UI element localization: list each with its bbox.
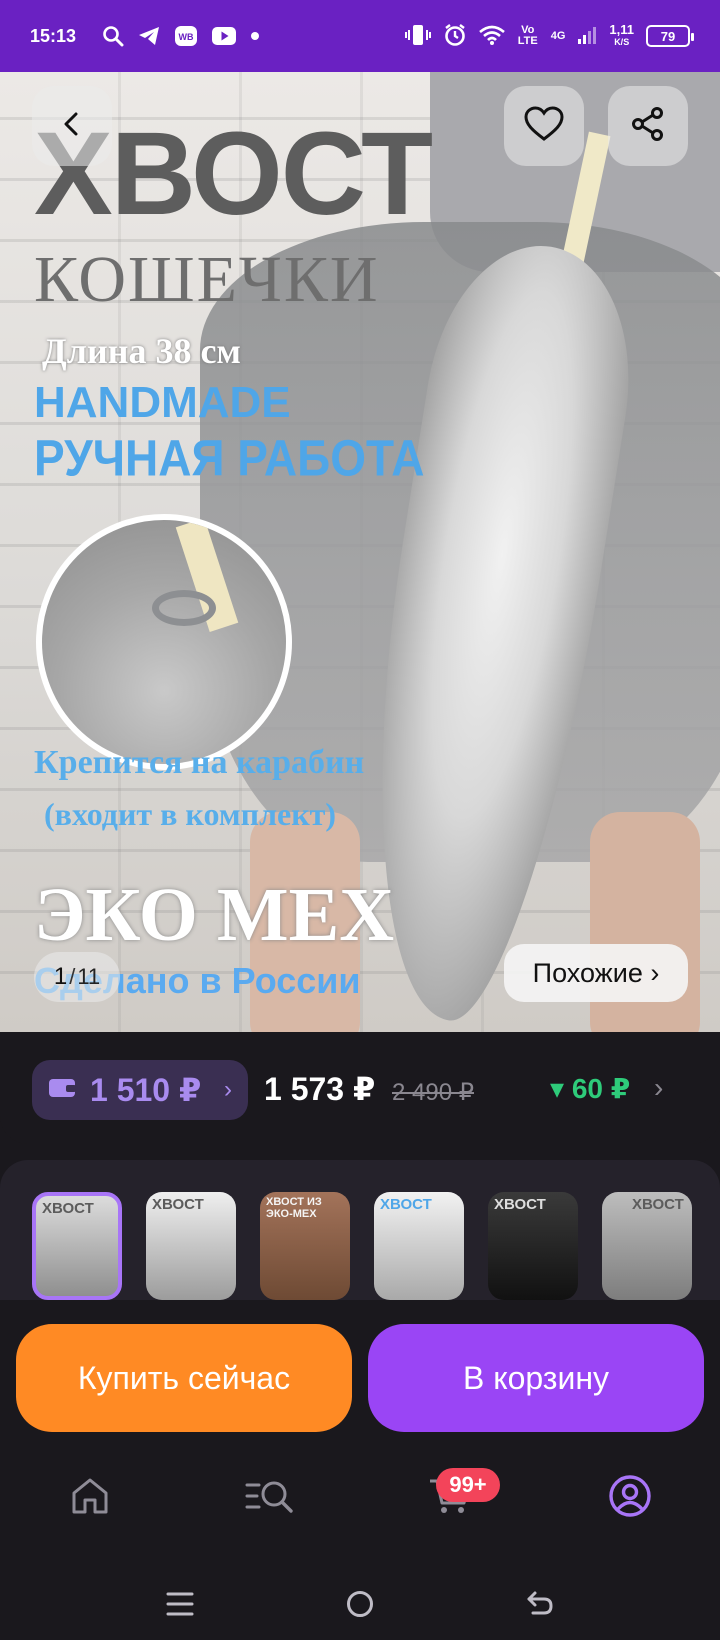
status-right: Vo LTE 4G 1,11 K/S 79 — [404, 22, 694, 50]
image-handmade-ru: РУЧНАЯ РАБОТА — [34, 429, 425, 487]
pager-separator: / — [69, 964, 76, 989]
wallet-price-button[interactable]: 1 510 ₽ › — [32, 1060, 248, 1120]
status-time: 15:13 — [30, 25, 77, 46]
image-handmade-en: HANDMADE — [34, 378, 291, 427]
detail-zoom-circle — [36, 514, 292, 770]
thumbnail-label: ХВОСТ — [632, 1196, 684, 1213]
thumbnail-label: ХВОСТ — [380, 1196, 432, 1213]
image-eco-label: ЭКО МЕХ — [34, 873, 395, 957]
battery-level: 79 — [660, 28, 676, 44]
youtube-icon — [212, 27, 237, 45]
network-type: 4G — [550, 30, 566, 42]
old-price: 2 490 ₽ — [392, 1079, 474, 1106]
alarm-icon — [443, 23, 467, 50]
profile-icon — [608, 1474, 652, 1523]
vibrate-icon — [404, 23, 431, 50]
image-length-label: Длина 38 см — [42, 331, 241, 371]
action-row: Купить сейчас В корзину — [0, 1300, 720, 1440]
pager-total: 11 — [77, 964, 101, 989]
volte-label: Vo LTE — [517, 24, 538, 47]
cart-badge: 99+ — [436, 1468, 500, 1502]
pager-current: 1 — [53, 963, 68, 990]
thumbnail-label: ХВОСТ — [42, 1200, 94, 1217]
speed-value: 1,11 — [609, 22, 634, 37]
tab-home[interactable] — [60, 1468, 120, 1528]
wallet-chevron-icon: › — [224, 1076, 232, 1103]
main-price: 1 573 ₽ — [264, 1071, 376, 1107]
thumbnail-2[interactable]: ХВОСТ — [146, 1192, 236, 1300]
buy-now-button[interactable]: Купить сейчас — [16, 1324, 352, 1432]
similar-button[interactable]: Похожие › — [504, 944, 688, 1002]
status-bar: 15:13 WB Vo LTE 4G 1,11 K/S 79 — [0, 0, 720, 72]
back-arrow-icon — [525, 1589, 555, 1624]
price-drop-badge[interactable]: ▾ 60 ₽ — [550, 1072, 630, 1105]
recent-apps-button[interactable] — [158, 1584, 202, 1628]
thumbnail-3[interactable]: ХВОСТ ИЗ ЭКО-МЕХ — [260, 1192, 350, 1300]
home-nav-button[interactable] — [338, 1584, 382, 1628]
image-clip-line1: Крепится на карабин — [34, 744, 365, 781]
menu-icon — [165, 1590, 195, 1623]
image-subtitle: КОШЕЧКИ — [34, 243, 380, 316]
catalog-search-icon — [245, 1475, 295, 1522]
favorite-button[interactable] — [504, 86, 584, 166]
battery-icon: 79 — [646, 25, 694, 47]
back-nav-button[interactable] — [518, 1584, 562, 1628]
thumbnail-6[interactable]: ХВОСТ — [602, 1192, 692, 1300]
wallet-icon — [48, 1076, 78, 1105]
thumbnail-label: ХВОСТ — [152, 1196, 204, 1213]
home-circle-icon — [345, 1589, 375, 1624]
wallet-price: 1 510 ₽ — [90, 1072, 202, 1108]
thumbnail-label: ХВОСТ — [494, 1196, 546, 1213]
bottom-tab-bar: 99+ — [0, 1440, 720, 1570]
signal-icon — [577, 25, 597, 48]
heart-icon — [524, 105, 564, 147]
svg-text:WB: WB — [179, 32, 194, 42]
wb-icon: WB — [174, 25, 198, 47]
home-icon — [69, 1475, 111, 1522]
thumbnail-label: ХВОСТ ИЗ ЭКО-МЕХ — [266, 1196, 322, 1220]
back-icon — [57, 109, 87, 144]
image-pager: 1 / 11 — [34, 952, 120, 1002]
thumbnail-4[interactable]: ХВОСТ — [374, 1192, 464, 1300]
add-to-cart-button[interactable]: В корзину — [368, 1324, 704, 1432]
search-icon — [102, 25, 124, 47]
speed-readout: 1,11 K/S — [609, 22, 634, 48]
image-clip-line2: (входит в комплект) — [44, 796, 337, 832]
share-button[interactable] — [608, 86, 688, 166]
system-nav-bar — [0, 1570, 720, 1640]
price-section: 1 510 ₽ › 1 573 ₽ 2 490 ₽ ▾ 60 ₽ › — [0, 1032, 720, 1144]
share-icon — [630, 106, 666, 147]
product-image-gallery[interactable]: ХВОСТ КОШЕЧКИ Длина 38 см HANDMADE РУЧНА… — [0, 72, 720, 1032]
tab-profile[interactable] — [600, 1468, 660, 1528]
wifi-icon — [478, 24, 505, 49]
thumbnail-strip: ХВОСТ ХВОСТ ХВОСТ ИЗ ЭКО-МЕХ ХВОСТ ХВОСТ… — [0, 1160, 720, 1300]
tab-catalog[interactable] — [240, 1468, 300, 1528]
thumbnail-5[interactable]: ХВОСТ — [488, 1192, 578, 1300]
chevron-right-icon[interactable]: › — [654, 1072, 663, 1104]
zoom-carabiner — [152, 590, 216, 626]
thumbnail-1[interactable]: ХВОСТ — [32, 1192, 122, 1300]
dot-icon — [250, 31, 260, 41]
back-button[interactable] — [32, 86, 112, 166]
telegram-icon — [138, 26, 160, 46]
speed-unit: K/S — [614, 37, 630, 47]
